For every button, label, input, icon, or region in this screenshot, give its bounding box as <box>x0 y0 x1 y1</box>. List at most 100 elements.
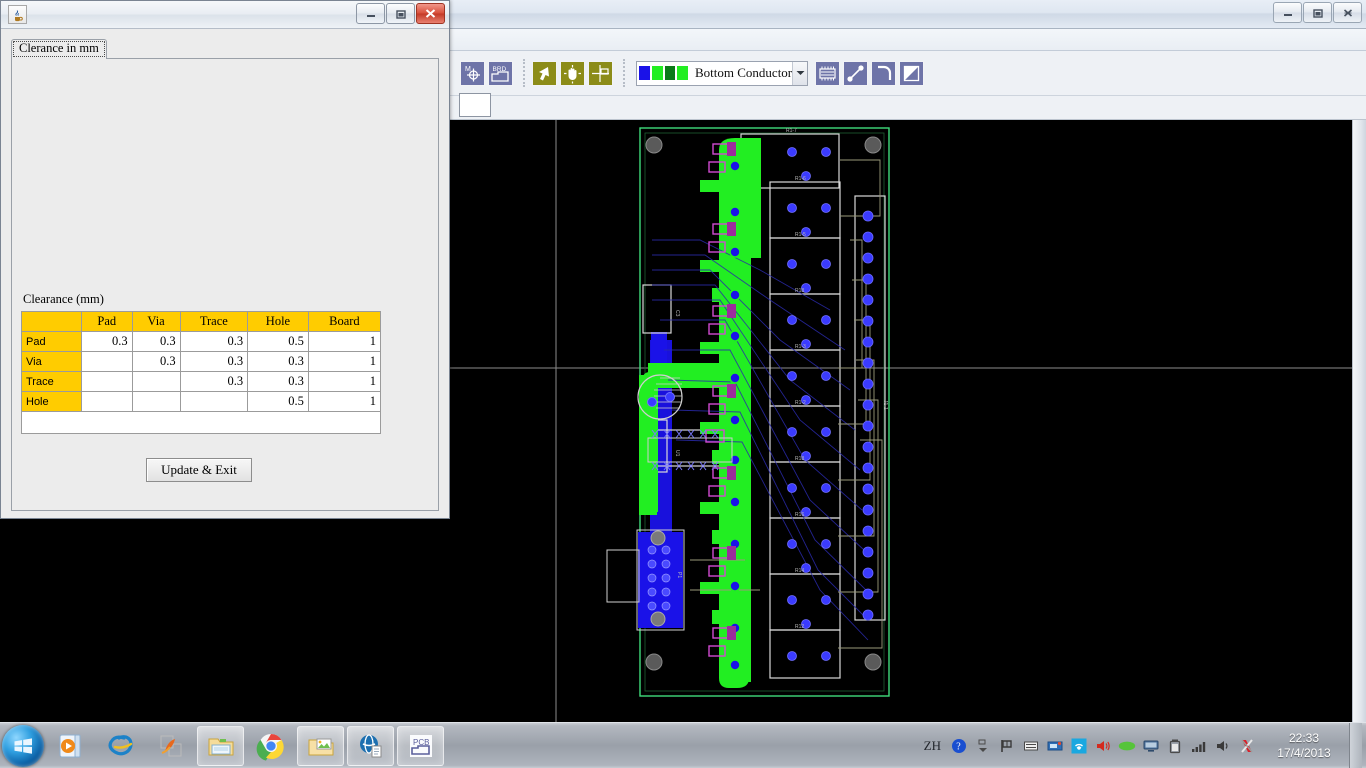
cell-pad-board[interactable]: 1 <box>308 332 380 352</box>
cell-hole-pad[interactable] <box>82 392 133 412</box>
clearance-tab-pane: Clerance in mm Clearance (mm) Pad Via Tr… <box>11 39 439 511</box>
table-row: Trace 0.3 0.3 1 <box>22 372 381 392</box>
taskbar: PCB ZH ? <box>0 722 1366 768</box>
taskbar-item-internet-explorer[interactable] <box>97 726 144 766</box>
cell-hole-via[interactable] <box>132 392 180 412</box>
dialog-button-row: Update & Exit <box>21 458 429 482</box>
speaker-icon[interactable] <box>1214 737 1232 755</box>
place-crosshair-icon[interactable] <box>588 61 613 86</box>
maximize-icon[interactable] <box>386 3 415 24</box>
tab-strip: Clerance in mm <box>11 39 439 59</box>
start-orb[interactable] <box>2 725 44 767</box>
cell-trace-trace[interactable]: 0.3 <box>180 372 248 392</box>
clock-time: 22:33 <box>1265 731 1343 746</box>
cell-pad-hole[interactable]: 0.5 <box>248 332 309 352</box>
taskbar-item-photo-viewer[interactable] <box>297 726 344 766</box>
layer-swatch <box>665 66 676 80</box>
green-oval-icon[interactable] <box>1118 737 1136 755</box>
svg-text:R1-3: R1-3 <box>795 344 806 350</box>
chevron-down-icon[interactable] <box>792 62 807 85</box>
canvas-right-scrollbar[interactable] <box>1352 120 1366 722</box>
cell-pad-trace[interactable]: 0.3 <box>180 332 248 352</box>
speaker-red-icon[interactable] <box>1094 737 1112 755</box>
tray-language-indicator[interactable]: ZH <box>918 738 947 754</box>
svg-text:R1-5: R1-5 <box>795 232 806 238</box>
cell-trace-pad[interactable] <box>82 372 133 392</box>
cell-pad-pad[interactable]: 0.3 <box>82 332 133 352</box>
clearance-table[interactable]: Pad Via Trace Hole Board Pad 0.3 0.3 0.3 <box>21 311 381 412</box>
minimize-icon[interactable] <box>356 3 385 24</box>
show-hidden-arrow-icon[interactable] <box>974 737 992 755</box>
tab-clearance-in-mm[interactable]: Clerance in mm <box>11 39 107 59</box>
cell-via-pad[interactable] <box>82 352 133 372</box>
svg-text:J1-1: J1-1 <box>882 400 888 410</box>
cell-hole-board[interactable]: 1 <box>308 392 380 412</box>
layer-swatch <box>677 66 688 80</box>
column-header-pad[interactable]: Pad <box>82 312 133 332</box>
wireless-manager-icon[interactable] <box>1070 737 1088 755</box>
polygon-fill-icon[interactable] <box>899 61 924 86</box>
battery-icon[interactable] <box>1166 737 1184 755</box>
ic-chip-icon[interactable] <box>815 61 840 86</box>
toolbar-separator <box>623 59 625 87</box>
antivirus-k-icon[interactable] <box>1238 737 1256 755</box>
close-icon[interactable] <box>416 3 445 24</box>
monitor-icon[interactable] <box>1142 737 1160 755</box>
cell-pad-via[interactable]: 0.3 <box>132 332 180 352</box>
table-row: Via 0.3 0.3 0.3 1 <box>22 352 381 372</box>
arc-icon[interactable] <box>871 61 896 86</box>
update-and-exit-button[interactable]: Update & Exit <box>146 458 252 482</box>
taskbar-clock[interactable]: 22:33 17/4/2013 <box>1265 731 1343 761</box>
taskbar-item-app-browser[interactable] <box>347 726 394 766</box>
row-header-pad: Pad <box>22 332 82 352</box>
svg-text:R18: R18 <box>795 456 804 462</box>
cell-trace-hole[interactable]: 0.3 <box>248 372 309 392</box>
layer-selector[interactable]: Bottom Conductor <box>636 61 808 86</box>
pan-hand-icon[interactable] <box>560 61 585 86</box>
row-header-trace: Trace <box>22 372 82 392</box>
dialog-window-controls <box>356 3 445 24</box>
minimize-icon[interactable] <box>1273 2 1302 23</box>
board-brd-icon[interactable]: BRD <box>488 61 513 86</box>
cell-trace-board[interactable]: 1 <box>308 372 380 392</box>
taskbar-item-media-player[interactable] <box>47 726 94 766</box>
display-adapter-icon[interactable] <box>1046 737 1064 755</box>
table-row: Hole 0.5 1 <box>22 392 381 412</box>
keyboard-icon[interactable] <box>1022 737 1040 755</box>
svg-text:P1: P1 <box>676 572 682 578</box>
layer-swatch <box>639 66 650 80</box>
coordinate-field[interactable] <box>459 93 491 117</box>
select-arrow-icon[interactable] <box>532 61 557 86</box>
table-header-row: Pad Via Trace Hole Board <box>22 312 381 332</box>
column-header-trace[interactable]: Trace <box>180 312 248 332</box>
column-header-via[interactable]: Via <box>132 312 180 332</box>
crosshair-m-icon[interactable]: M <box>460 61 485 86</box>
svg-text:R1-2: R1-2 <box>795 400 806 406</box>
svg-text:R1-7: R1-7 <box>786 128 797 134</box>
maximize-icon[interactable] <box>1303 2 1332 23</box>
svg-text:R18: R18 <box>795 288 804 294</box>
close-icon[interactable] <box>1333 2 1362 23</box>
cell-via-board[interactable]: 1 <box>308 352 380 372</box>
taskbar-item-pcb-app[interactable]: PCB <box>397 726 444 766</box>
cell-via-hole[interactable]: 0.3 <box>248 352 309 372</box>
svg-text:R16: R16 <box>795 512 804 518</box>
cell-trace-via[interactable] <box>132 372 180 392</box>
cell-hole-hole[interactable]: 0.5 <box>248 392 309 412</box>
cell-via-trace[interactable]: 0.3 <box>180 352 248 372</box>
show-desktop-button[interactable] <box>1349 723 1362 768</box>
dialog-titlebar <box>1 1 449 29</box>
column-header-hole[interactable]: Hole <box>248 312 309 332</box>
cell-hole-trace[interactable] <box>180 392 248 412</box>
column-header-board[interactable]: Board <box>308 312 380 332</box>
flag-icon[interactable] <box>998 737 1016 755</box>
svg-text:R14: R14 <box>795 568 804 574</box>
taskbar-item-explorer-window[interactable] <box>197 726 244 766</box>
taskbar-item-pdf-reader[interactable] <box>147 726 194 766</box>
line-segment-icon[interactable] <box>843 61 868 86</box>
taskbar-item-chrome[interactable] <box>247 726 294 766</box>
signal-bars-icon[interactable] <box>1190 737 1208 755</box>
help-question-icon[interactable]: ? <box>950 737 968 755</box>
clearance-section-label: Clearance (mm) <box>21 292 429 307</box>
cell-via-via[interactable]: 0.3 <box>132 352 180 372</box>
